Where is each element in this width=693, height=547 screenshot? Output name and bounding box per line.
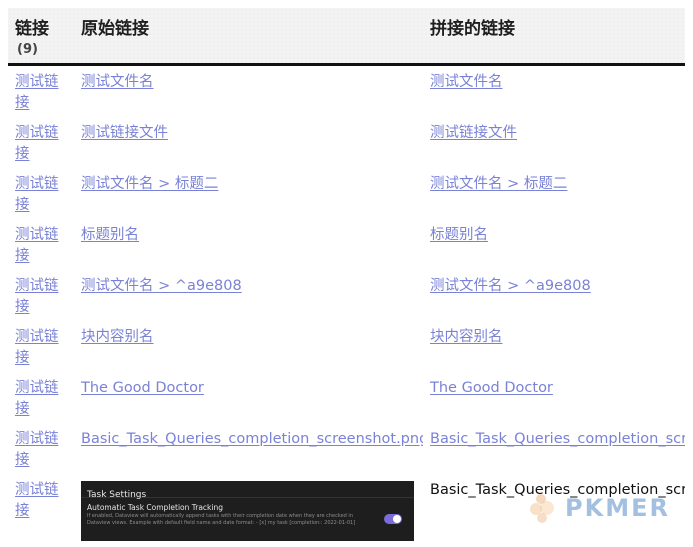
- link-cell[interactable]: 测试链接: [15, 482, 59, 519]
- header-original[interactable]: 原始链接: [74, 8, 423, 66]
- table-row: 测试链接 测试文件名 > 标题二 测试文件名 > 标题二: [8, 168, 685, 219]
- joined-link[interactable]: 测试文件名 > ^a9e808: [430, 278, 591, 294]
- shot-setting: Automatic Task Completion Tracking If en…: [81, 498, 414, 527]
- original-link[interactable]: 测试文件名 > ^a9e808: [81, 278, 242, 294]
- header-link-label: 链接: [15, 19, 49, 39]
- header-link-count: (9): [17, 42, 38, 57]
- shot-title: Task Settings: [81, 481, 414, 500]
- link-cell[interactable]: 测试链接: [15, 227, 59, 264]
- original-link[interactable]: Basic_Task_Queries_completion_screenshot…: [81, 431, 423, 447]
- link-cell[interactable]: 测试链接: [15, 329, 59, 366]
- link-cell[interactable]: 测试链接: [15, 74, 59, 111]
- header-joined[interactable]: 拼接的链接: [423, 8, 685, 66]
- pkmer-watermark: PKMER: [528, 491, 678, 525]
- link-cell[interactable]: 测试链接: [15, 176, 59, 213]
- table-row: 测试链接 块内容别名 块内容别名: [8, 321, 685, 372]
- original-link[interactable]: The Good Doctor: [81, 380, 204, 396]
- joined-link[interactable]: 测试文件名: [430, 74, 503, 90]
- table-row: 测试链接 测试文件名 > ^a9e808 测试文件名 > ^a9e808: [8, 270, 685, 321]
- table-header-row: 链接 (9) 原始链接 拼接的链接: [8, 8, 685, 66]
- link-cell[interactable]: 测试链接: [15, 431, 59, 468]
- header-link[interactable]: 链接 (9): [8, 8, 74, 66]
- table-row: 测试链接 测试文件名 测试文件名: [8, 65, 685, 118]
- toggle-switch: [384, 514, 402, 524]
- original-link[interactable]: 测试链接文件: [81, 125, 168, 141]
- shot-setting-desc: If enabled, Dataview will automatically …: [87, 513, 356, 526]
- joined-link[interactable]: 块内容别名: [430, 329, 503, 345]
- link-cell[interactable]: 测试链接: [15, 380, 59, 417]
- joined-link[interactable]: 测试链接文件: [430, 125, 517, 141]
- original-link[interactable]: 块内容别名: [81, 329, 154, 345]
- table-row: 测试链接 测试链接文件 测试链接文件: [8, 117, 685, 168]
- joined-link[interactable]: 测试文件名 > 标题二: [430, 176, 567, 192]
- pkmer-logo-icon: [530, 494, 554, 523]
- table-row: 测试链接 标题别名 标题别名: [8, 219, 685, 270]
- joined-link[interactable]: The Good Doctor: [430, 380, 553, 396]
- link-cell[interactable]: 测试链接: [15, 278, 59, 315]
- embedded-screenshot[interactable]: Task Settings Automatic Task Completion …: [81, 481, 414, 541]
- original-link[interactable]: 测试文件名: [81, 74, 154, 90]
- original-link[interactable]: 标题别名: [81, 227, 139, 243]
- link-cell[interactable]: 测试链接: [15, 125, 59, 162]
- watermark-text: PKMER: [565, 494, 670, 522]
- page: 链接 (9) 原始链接 拼接的链接 测试链接 测试文件名 测试文件名 测试链接 …: [0, 0, 693, 547]
- table-row: 测试链接 Basic_Task_Queries_completion_scree…: [8, 423, 685, 474]
- joined-link[interactable]: 标题别名: [430, 227, 488, 243]
- joined-link[interactable]: Basic_Task_Queries_completion_scre: [430, 431, 685, 447]
- table-row: 测试链接 The Good Doctor The Good Doctor: [8, 372, 685, 423]
- shot-setting-name: Automatic Task Completion Tracking: [87, 503, 223, 512]
- original-link[interactable]: 测试文件名 > 标题二: [81, 176, 218, 192]
- links-table: 链接 (9) 原始链接 拼接的链接 测试链接 测试文件名 测试文件名 测试链接 …: [8, 8, 685, 544]
